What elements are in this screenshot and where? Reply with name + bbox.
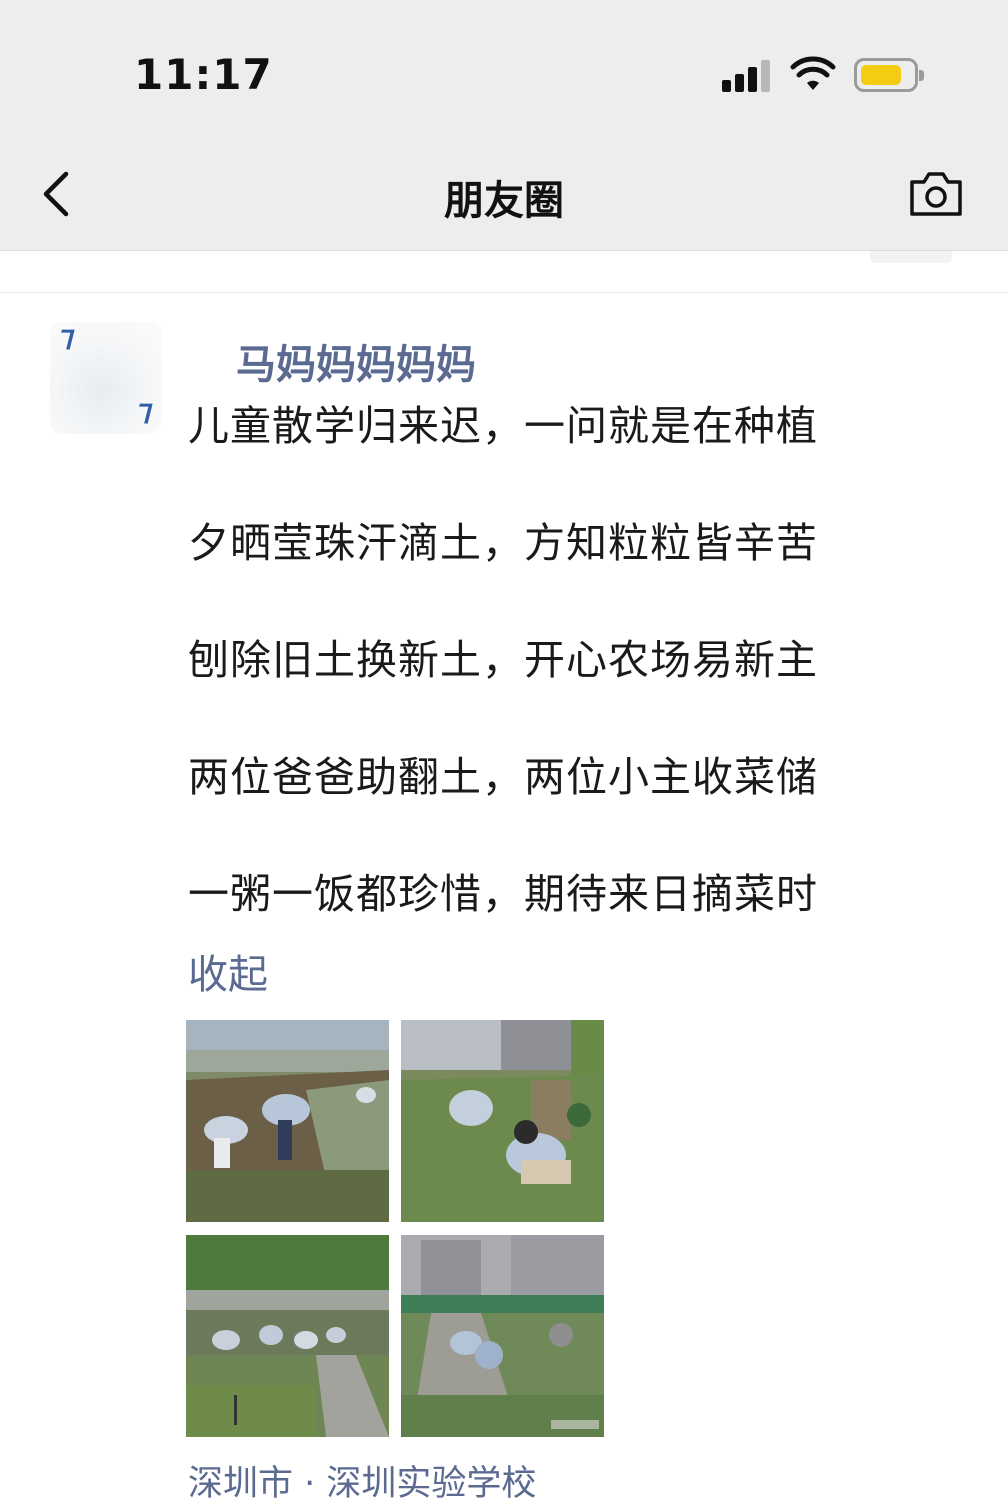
photo-thumbnail[interactable] xyxy=(401,1020,604,1222)
collapse-link[interactable]: 收起 xyxy=(188,942,268,1000)
post-text: 儿童散学归来迟，一问就是在种植 夕晒莹珠汗滴土，方知粒粒皆辛苦 刨除旧土换新土，… xyxy=(188,398,888,983)
camera-icon[interactable] xyxy=(906,168,966,220)
status-bar: 11:17 xyxy=(0,0,1008,140)
avatar-mark-top: ᒣ xyxy=(56,326,72,356)
previous-post-edge xyxy=(0,251,1008,293)
nav-bar: 朋友圈 xyxy=(0,140,1008,251)
cellular-signal-icon xyxy=(722,58,772,92)
wifi-icon xyxy=(790,56,836,90)
photo-thumbnail[interactable] xyxy=(401,1235,604,1437)
previous-post-ghost xyxy=(870,251,952,263)
page-title: 朋友圈 xyxy=(444,178,564,224)
poem-line: 一粥一饭都珍惜，期待来日摘菜时 xyxy=(188,870,818,918)
photo-thumbnail[interactable] xyxy=(186,1235,389,1437)
post-username[interactable]: 马妈妈妈妈妈 xyxy=(236,332,476,390)
poem-line: 两位爸爸助翻土，两位小主收菜储 xyxy=(188,753,818,801)
poem-line: 儿童散学归来迟，一问就是在种植 xyxy=(188,402,818,450)
poem-line: 夕晒莹珠汗滴土，方知粒粒皆辛苦 xyxy=(188,519,818,567)
avatar[interactable]: ᒣ ᒣ xyxy=(50,322,162,434)
avatar-mark-bottom: ᒣ xyxy=(134,400,150,430)
status-time: 11:17 xyxy=(134,50,273,99)
post-location[interactable]: 深圳市 · 深圳实验学校 xyxy=(188,1455,536,1500)
battery-level xyxy=(861,65,901,85)
poem-line: 刨除旧土换新土，开心农场易新主 xyxy=(188,636,818,684)
battery-tip xyxy=(919,70,924,81)
photo-grid xyxy=(186,1020,606,1438)
photo-thumbnail[interactable] xyxy=(186,1020,389,1222)
battery-icon xyxy=(854,58,924,92)
